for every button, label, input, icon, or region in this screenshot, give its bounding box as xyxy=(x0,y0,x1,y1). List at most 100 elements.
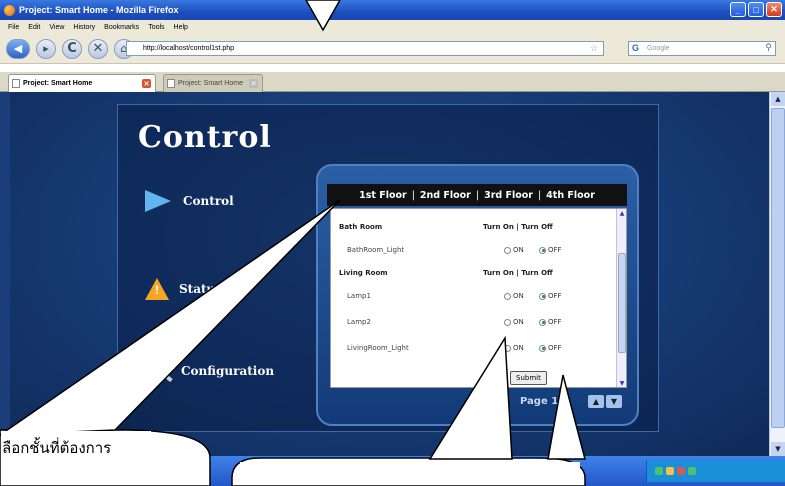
window-title: Project: Smart Home - Mozilla Firefox xyxy=(19,5,179,15)
google-icon: G xyxy=(632,43,640,53)
radio-off-label: OFF xyxy=(548,246,562,254)
device-row: BathRoom_Light ON OFF xyxy=(331,242,618,258)
floor-tabs: 1st Floor | 2nd Floor | 3rd Floor | 4th … xyxy=(327,184,627,206)
page-down-icon[interactable]: ▼ xyxy=(606,395,622,408)
device-name: Lamp2 xyxy=(347,318,371,326)
menu-tools[interactable]: Tools xyxy=(148,24,164,31)
menu-help[interactable]: Help xyxy=(174,24,188,31)
radio-on[interactable]: ON xyxy=(504,292,524,300)
list-scrollbar[interactable]: ▲ ▼ xyxy=(616,209,626,387)
scroll-up-icon[interactable]: ▲ xyxy=(618,210,626,218)
reload-button[interactable]: C xyxy=(62,38,82,59)
radio-dot-selected xyxy=(539,344,546,352)
tray-icon[interactable] xyxy=(688,467,696,475)
menu-file[interactable]: File xyxy=(8,24,19,31)
radio-on-label: ON xyxy=(513,344,524,352)
tab-label: Project: Smart Home xyxy=(178,80,243,87)
radio-off-label: OFF xyxy=(548,344,562,352)
firefox-icon xyxy=(4,4,15,16)
radio-dot-selected xyxy=(539,292,546,300)
reload-icon: C xyxy=(67,41,77,56)
scroll-down-icon[interactable]: ▼ xyxy=(618,380,626,387)
radio-on-label: ON xyxy=(513,318,524,326)
tab-label: Project: Smart Home xyxy=(23,80,93,87)
device-list: Bath Room Turn On | Turn Off BathRoom_Li… xyxy=(330,208,627,388)
menu-bookmarks[interactable]: Bookmarks xyxy=(104,24,139,31)
radio-dot xyxy=(504,292,511,300)
radio-dot-selected xyxy=(539,318,546,326)
floor-tab-3[interactable]: 3rd Floor xyxy=(484,190,533,201)
separator: | xyxy=(537,189,542,201)
page-icon xyxy=(12,79,20,88)
tab-bar: Project: Smart Home ✕ Project: Smart Hom… xyxy=(0,72,785,92)
radio-on[interactable]: ON xyxy=(504,344,524,352)
tab-active[interactable]: Project: Smart Home ✕ xyxy=(8,74,156,92)
minimize-button[interactable]: _ xyxy=(730,2,746,17)
room-actions: Turn On | Turn Off xyxy=(483,269,553,277)
tray-icon[interactable] xyxy=(655,467,663,475)
separator: | xyxy=(475,189,480,201)
maximize-button[interactable]: □ xyxy=(748,2,764,17)
close-tab-icon[interactable]: ✕ xyxy=(142,79,151,88)
room-actions: Turn On | Turn Off xyxy=(483,223,553,231)
page-nav: ▲ ▼ xyxy=(588,395,622,408)
radio-off[interactable]: OFF xyxy=(539,246,562,254)
tray-icon[interactable] xyxy=(677,467,685,475)
room-name: Bath Room xyxy=(339,223,383,231)
bookmark-star-icon[interactable]: ☆ xyxy=(590,43,598,54)
background-window-strip xyxy=(0,92,10,456)
tab-inactive[interactable]: Project: Smart Home ✕ xyxy=(163,74,263,92)
floor-tab-4[interactable]: 4th Floor xyxy=(546,190,595,201)
separator: | xyxy=(411,189,415,201)
radio-on-label: ON xyxy=(513,292,524,300)
back-button[interactable]: ◀ xyxy=(6,38,30,59)
page-up-icon[interactable]: ▲ xyxy=(588,395,604,408)
radio-on-label: ON xyxy=(513,246,524,254)
nav-status[interactable]: Status xyxy=(145,278,222,300)
forward-button[interactable]: ▸ xyxy=(36,38,56,59)
window-titlebar: Project: Smart Home - Mozilla Firefox _ … xyxy=(0,0,785,20)
floor-tab-1[interactable]: 1st Floor xyxy=(359,190,407,201)
tray-icon[interactable] xyxy=(666,467,674,475)
device-row: Lamp1 ON OFF xyxy=(331,288,618,304)
nav-control[interactable]: Control xyxy=(145,190,234,212)
menu-edit[interactable]: Edit xyxy=(28,24,40,31)
radio-on[interactable]: ON xyxy=(504,318,524,326)
search-icon[interactable]: ⚲ xyxy=(765,42,772,53)
page-icon xyxy=(167,79,175,88)
url-bar[interactable]: http://localhost/control1st.php ☆ xyxy=(126,41,604,56)
radio-dot xyxy=(504,318,511,326)
system-tray xyxy=(646,460,785,482)
back-arrow-icon: ◀ xyxy=(13,42,23,55)
radio-off[interactable]: OFF xyxy=(539,344,562,352)
stop-icon: ✕ xyxy=(92,41,104,56)
scroll-thumb[interactable] xyxy=(618,253,626,353)
floor-tab-2[interactable]: 2nd Floor xyxy=(420,190,471,201)
submit-button[interactable]: Submit xyxy=(510,371,547,385)
close-window-button[interactable]: ✕ xyxy=(766,2,782,17)
nav-configuration[interactable]: Configuration xyxy=(145,359,274,383)
scroll-up-icon[interactable]: ▲ xyxy=(771,92,785,106)
menu-view[interactable]: View xyxy=(49,24,64,31)
radio-off[interactable]: OFF xyxy=(539,292,562,300)
device-name: Lamp1 xyxy=(347,292,371,300)
radio-off-label: OFF xyxy=(548,318,562,326)
page-title: Control xyxy=(138,120,272,155)
scroll-thumb[interactable] xyxy=(771,108,785,428)
menu-history[interactable]: History xyxy=(73,24,95,31)
room-name: Living Room xyxy=(339,269,388,277)
search-bar[interactable]: G Google ⚲ xyxy=(628,41,776,56)
nav-control-label: Control xyxy=(183,194,234,208)
close-tab-icon[interactable]: ✕ xyxy=(249,79,258,88)
room-header: Living Room Turn On | Turn Off xyxy=(331,265,618,281)
forward-arrow-icon: ▸ xyxy=(43,42,49,55)
nav-status-label: Status xyxy=(179,282,223,296)
radio-on[interactable]: ON xyxy=(504,246,524,254)
scroll-down-icon[interactable]: ▼ xyxy=(771,442,785,456)
radio-dot xyxy=(504,246,511,254)
radio-off-label: OFF xyxy=(548,292,562,300)
page-scrollbar[interactable]: ▲ ▼ xyxy=(769,92,785,456)
stop-button[interactable]: ✕ xyxy=(88,38,108,59)
search-placeholder: Google xyxy=(647,45,670,52)
radio-off[interactable]: OFF xyxy=(539,318,562,326)
